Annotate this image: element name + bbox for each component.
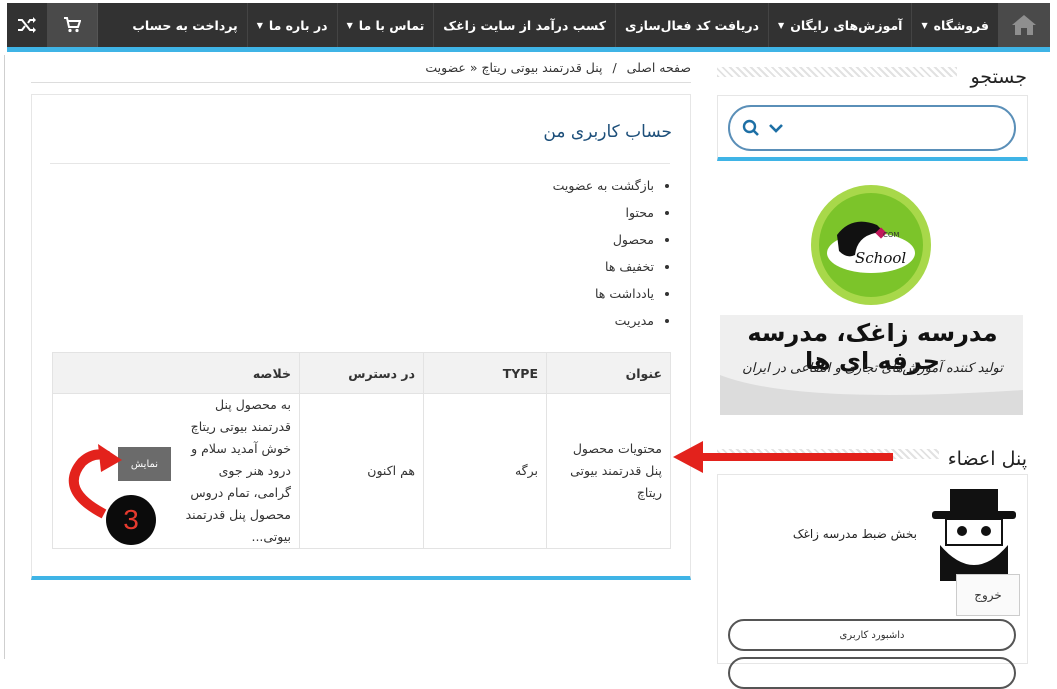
secondary-pill-button[interactable]: [728, 657, 1016, 689]
step-badge: 3: [106, 495, 156, 545]
annotation-arrows: [68, 441, 893, 519]
red-arrow-right-icon: [673, 441, 893, 473]
